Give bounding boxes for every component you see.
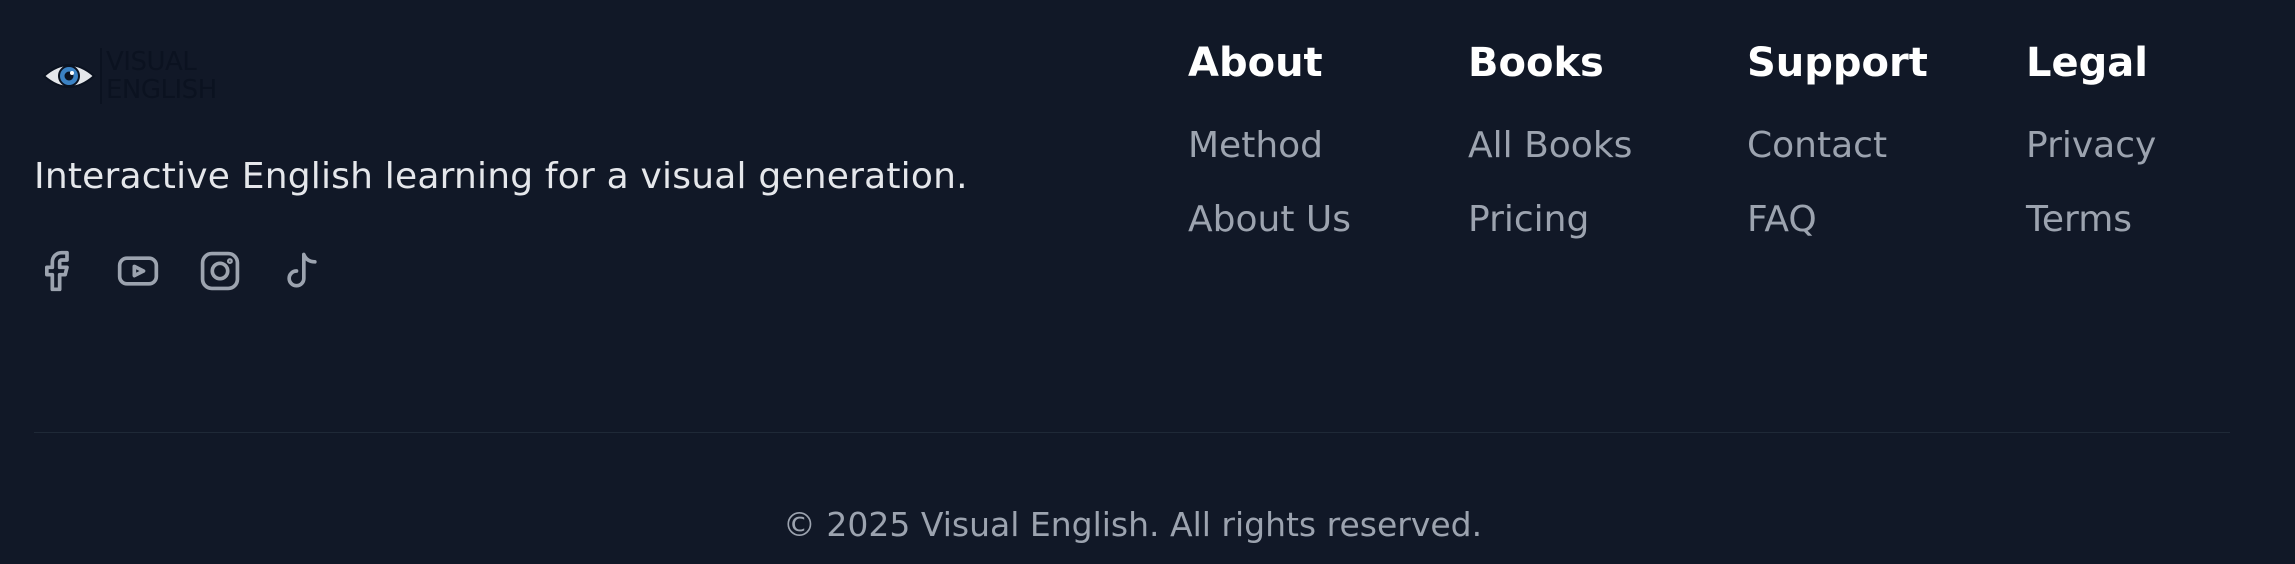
youtube-link[interactable] bbox=[116, 249, 160, 293]
column-heading: About bbox=[1188, 40, 1323, 86]
footer-link-pricing[interactable]: Pricing bbox=[1468, 194, 1632, 246]
logo-separator bbox=[100, 48, 102, 104]
brand-tagline: Interactive English learning for a visua… bbox=[34, 156, 968, 197]
footer-link-about-us[interactable]: About Us bbox=[1188, 194, 1351, 246]
footer-column-about: About Method About Us bbox=[1188, 36, 1351, 268]
copyright-text: © 2025 Visual English. All rights reserv… bbox=[782, 505, 1483, 544]
facebook-icon bbox=[44, 250, 69, 292]
instagram-icon bbox=[200, 251, 240, 291]
column-links: Contact FAQ bbox=[1747, 120, 1928, 246]
column-links: All Books Pricing bbox=[1468, 120, 1632, 246]
tiktok-icon bbox=[287, 252, 317, 288]
brand-section: VISUAL ENGLISH Interactive English learn… bbox=[34, 40, 1034, 293]
logo-line-1: VISUAL bbox=[106, 47, 197, 77]
column-heading: Support bbox=[1747, 40, 1928, 86]
tiktok-link[interactable] bbox=[280, 249, 324, 293]
footer-column-support: Support Contact FAQ bbox=[1747, 36, 1928, 268]
footer-link-privacy[interactable]: Privacy bbox=[2026, 120, 2156, 172]
footer-column-legal: Legal Privacy Terms bbox=[2026, 36, 2156, 268]
logo-line-2: ENGLISH bbox=[106, 75, 217, 105]
facebook-link[interactable] bbox=[34, 249, 78, 293]
eye-logo-icon bbox=[42, 64, 96, 88]
social-links bbox=[34, 249, 1034, 293]
youtube-icon bbox=[117, 256, 159, 286]
logo[interactable]: VISUAL ENGLISH bbox=[34, 40, 1034, 112]
column-links: Method About Us bbox=[1188, 120, 1351, 246]
footer-link-faq[interactable]: FAQ bbox=[1747, 194, 1928, 246]
footer-link-terms[interactable]: Terms bbox=[2026, 194, 2156, 246]
footer-column-books: Books All Books Pricing bbox=[1468, 36, 1632, 268]
footer-divider bbox=[34, 432, 2230, 433]
footer-link-contact[interactable]: Contact bbox=[1747, 120, 1928, 172]
footer-link-all-books[interactable]: All Books bbox=[1468, 120, 1632, 172]
logo-wordmark: VISUAL ENGLISH bbox=[106, 48, 217, 104]
column-heading: Books bbox=[1468, 40, 1604, 86]
column-heading: Legal bbox=[2026, 40, 2148, 86]
site-footer: VISUAL ENGLISH Interactive English learn… bbox=[0, 0, 2295, 564]
column-links: Privacy Terms bbox=[2026, 120, 2156, 246]
instagram-link[interactable] bbox=[198, 249, 242, 293]
footer-link-method[interactable]: Method bbox=[1188, 120, 1351, 172]
